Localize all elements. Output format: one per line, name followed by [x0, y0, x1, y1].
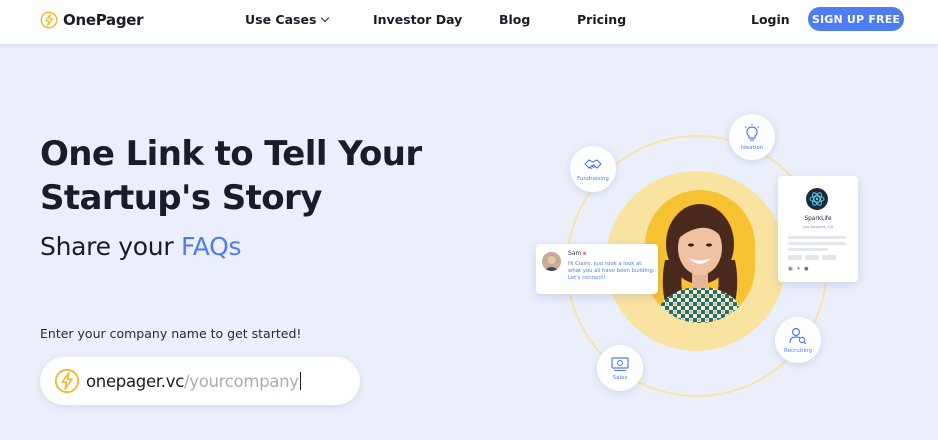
sales-bubble: Sales: [597, 345, 643, 391]
hero-subtitle-accent: FAQs: [180, 232, 242, 261]
text-caret: [299, 372, 302, 390]
money-icon: [611, 357, 629, 371]
social-icons: ▣ ✦ ●: [788, 266, 810, 272]
signup-button[interactable]: SIGN UP FREE: [808, 7, 904, 31]
message-sender: Sam: [568, 250, 587, 257]
url-placeholder: /yourcompany: [183, 371, 299, 391]
hero-subtitle: Share your FAQs: [40, 232, 242, 261]
company-location: Los Angeles, CA: [802, 224, 834, 229]
hero-title-line2: Startup's Story: [40, 178, 322, 218]
tag: [788, 255, 802, 260]
fundraising-bubble: Fundraising: [570, 146, 616, 192]
nav-pricing[interactable]: Pricing: [577, 12, 626, 27]
company-url-input[interactable]: onepager.vc/yourcompany: [40, 357, 360, 405]
tag: [805, 255, 819, 260]
nav-login[interactable]: Login: [751, 12, 790, 27]
message-sender-name: Sam: [568, 250, 582, 257]
lightbulb-icon: [744, 123, 760, 141]
hero-title: One Link to Tell Your Startup's Story: [40, 132, 480, 220]
url-domain-prefix: onepager.vc: [86, 371, 184, 391]
company-profile-card: SparkLife Los Angeles, CA ▣ ✦ ●: [778, 176, 858, 282]
ideation-label: Ideation: [740, 145, 764, 151]
text-line: [788, 242, 846, 245]
company-name: SparkLife: [804, 216, 832, 222]
recruiting-label: Recruiting: [784, 348, 812, 354]
nav-use-cases[interactable]: Use Cases: [245, 12, 330, 27]
sam-avatar: [542, 252, 561, 271]
nav-blog[interactable]: Blog: [499, 12, 530, 27]
online-dot: [583, 252, 587, 255]
hero-subtitle-prefix: Share your: [40, 232, 181, 261]
company-logo: [806, 188, 828, 210]
brand-name: OnePager: [63, 11, 144, 29]
text-line: [788, 236, 846, 239]
handshake-icon: [584, 159, 602, 170]
ideation-bubble: Ideation: [729, 114, 775, 160]
message-card: Sam Hi Claire, just took a look at what …: [536, 244, 658, 294]
text-line: [788, 248, 828, 251]
sales-label: Sales: [612, 375, 628, 381]
top-navbar: OnePager Use Cases Investor Day Blog Pri…: [0, 0, 938, 44]
lightning-circle-icon: [40, 11, 58, 29]
hero-title-line1: One Link to Tell Your: [40, 134, 422, 174]
tag: [822, 255, 836, 260]
recruiting-bubble: Recruiting: [775, 317, 821, 363]
tag-row: [788, 255, 836, 260]
nav-investor-day[interactable]: Investor Day: [373, 12, 462, 27]
lightning-circle-icon: [54, 368, 80, 394]
get-started-prompt: Enter your company name to get started!: [40, 326, 302, 341]
founder-portrait: [645, 190, 755, 323]
fundraising-label: Fundraising: [577, 176, 609, 182]
user-search-icon: [789, 327, 807, 345]
chevron-down-icon: [321, 13, 330, 23]
message-text: Hi Claire, just took a look at what you …: [568, 261, 655, 281]
nav-use-cases-label: Use Cases: [245, 12, 317, 27]
onepager-logo[interactable]: OnePager: [40, 9, 144, 31]
atom-icon: [809, 192, 825, 206]
